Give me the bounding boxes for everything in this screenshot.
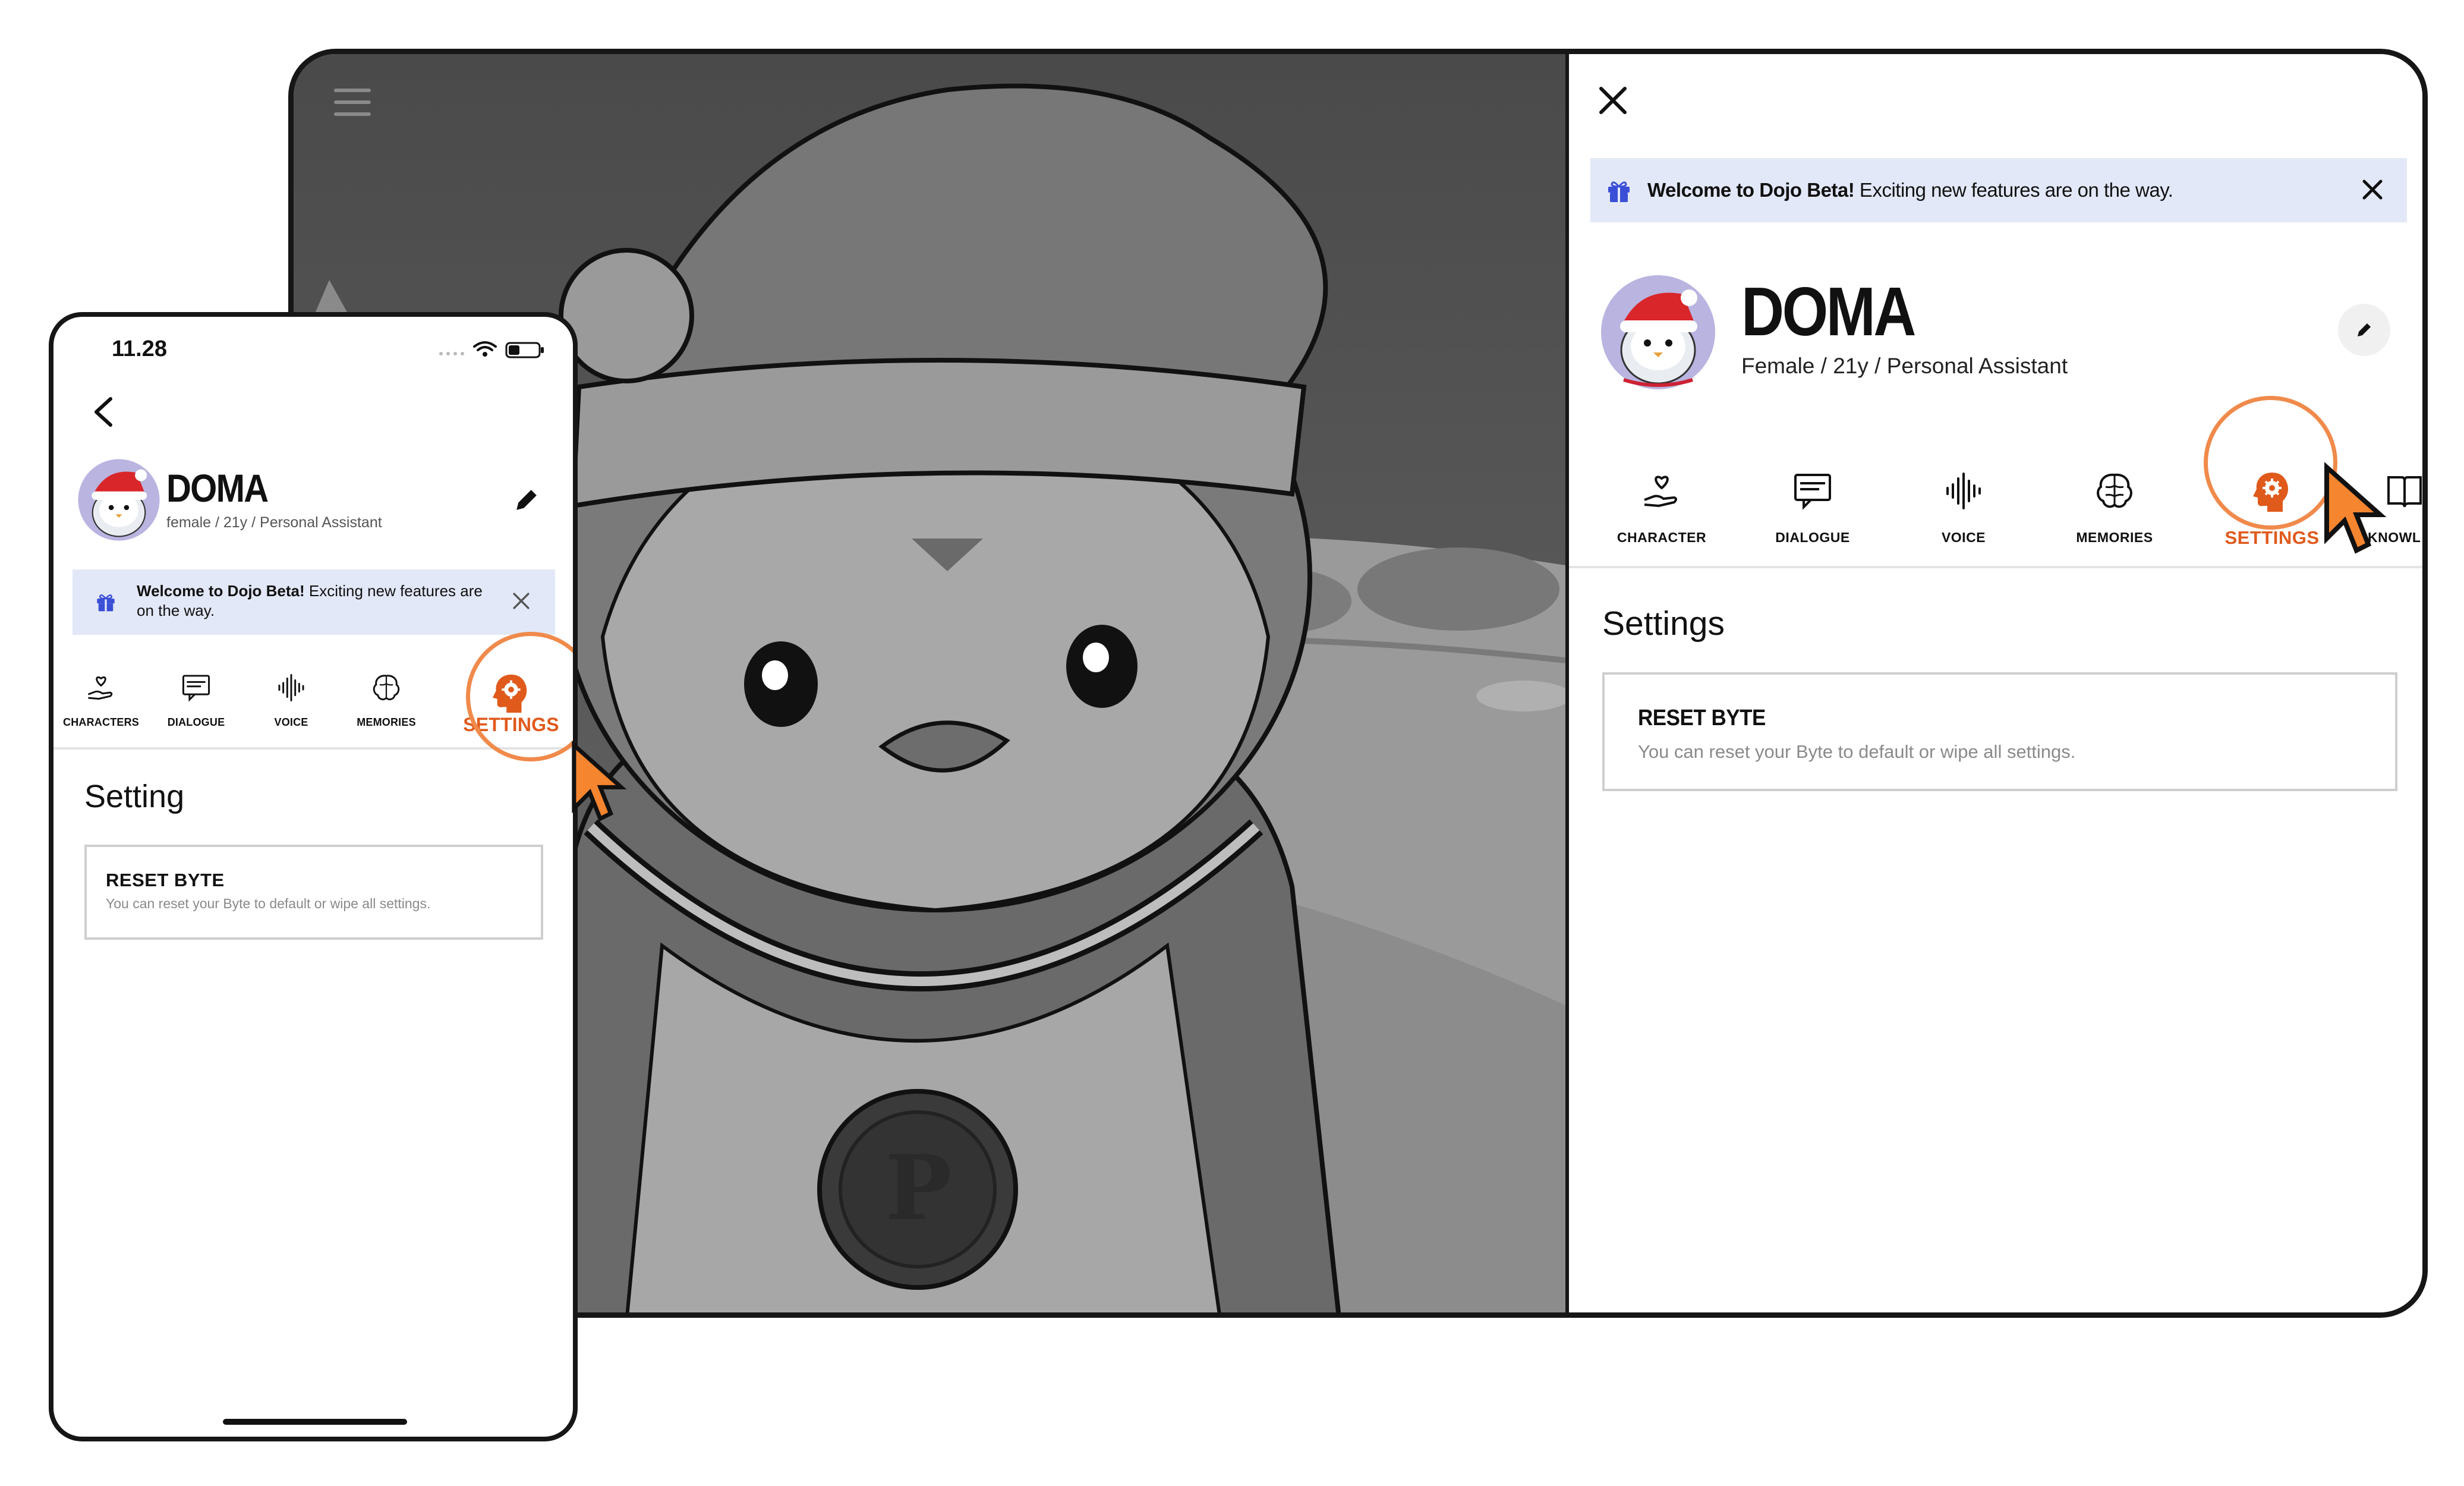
gift-icon (97, 594, 115, 612)
heart-hand-icon (1644, 476, 1677, 508)
waveform-icon (278, 673, 304, 702)
battery-icon (505, 342, 544, 358)
tab-character[interactable]: CHARACTER (1602, 417, 1721, 559)
tab-characters[interactable]: CHARACTERS (53, 650, 149, 745)
chat-icon (1794, 474, 1831, 510)
avatar (1601, 275, 1715, 389)
heart-hand-icon (87, 676, 113, 700)
tab-memories[interactable]: MEMORIES (339, 650, 434, 745)
waveform-icon (1946, 473, 1981, 509)
beta-banner: Welcome to Dojo Beta! Exciting new featu… (1590, 158, 2407, 222)
card-description: You can reset your Byte to default or wi… (1638, 741, 2076, 762)
close-icon[interactable] (1595, 83, 1631, 118)
card-title: RESET BYTE (106, 870, 225, 890)
character-panel: Welcome to Dojo Beta! Exciting new featu… (1565, 54, 2422, 1312)
pencil-icon (2358, 323, 2371, 336)
status-time: 11.28 (112, 336, 167, 361)
brain-icon (2097, 473, 2132, 508)
banner-close-icon[interactable] (511, 591, 531, 611)
edit-button[interactable] (2338, 304, 2390, 356)
chat-icon (182, 675, 210, 702)
brain-icon (373, 675, 400, 701)
settings-highlight-ring (2204, 396, 2337, 530)
character-name: DOMA (1741, 273, 1916, 350)
banner-message: Welcome to Dojo Beta! Exciting new featu… (1647, 179, 2173, 201)
svg-text:P: P (885, 1136, 952, 1241)
tab-dialogue[interactable]: DIALOGUE (149, 650, 244, 745)
menu-icon[interactable] (334, 89, 371, 116)
cursor-pointer-icon (2324, 462, 2387, 554)
beta-banner: Welcome to Dojo Beta! Exciting new featu… (73, 569, 555, 635)
character-subtitle: female / 21y / Personal Assistant (166, 514, 382, 531)
signal-icon (439, 352, 464, 355)
pencil-icon[interactable] (511, 484, 542, 515)
status-icons (439, 341, 544, 358)
reset-byte-card[interactable]: RESET BYTE You can reset your Byte to de… (84, 845, 543, 940)
tab-dialogue[interactable]: DIALOGUE (1753, 417, 1872, 559)
phone-frame: 11.28 DOMA female / 21y / Personal Assis… (49, 312, 578, 1441)
character-subtitle: Female / 21y / Personal Assistant (1741, 354, 2068, 378)
character-name: DOMA (166, 466, 269, 510)
section-title: Settings (1602, 605, 1725, 643)
card-title: RESET BYTE (1638, 706, 1766, 731)
banner-close-icon[interactable] (2361, 178, 2384, 202)
reset-byte-card[interactable]: RESET BYTE You can reset your Byte to de… (1602, 672, 2397, 791)
wifi-icon (473, 341, 497, 357)
card-description: You can reset your Byte to default or wi… (106, 896, 431, 911)
banner-message: Welcome to Dojo Beta! Exciting new featu… (137, 582, 483, 619)
tab-memories[interactable]: MEMORIES (2055, 417, 2174, 559)
cursor-pointer-icon (572, 740, 627, 822)
tab-voice[interactable]: VOICE (244, 650, 339, 745)
section-title: Setting (84, 779, 185, 814)
gift-icon (1608, 181, 1630, 202)
tablet-frame: P Welcome to Dojo Beta! Exciting new fea… (288, 49, 2428, 1318)
back-chevron-icon[interactable] (89, 394, 119, 430)
tab-voice[interactable]: VOICE (1904, 417, 2023, 559)
avatar (78, 459, 160, 541)
home-indicator (223, 1419, 407, 1425)
